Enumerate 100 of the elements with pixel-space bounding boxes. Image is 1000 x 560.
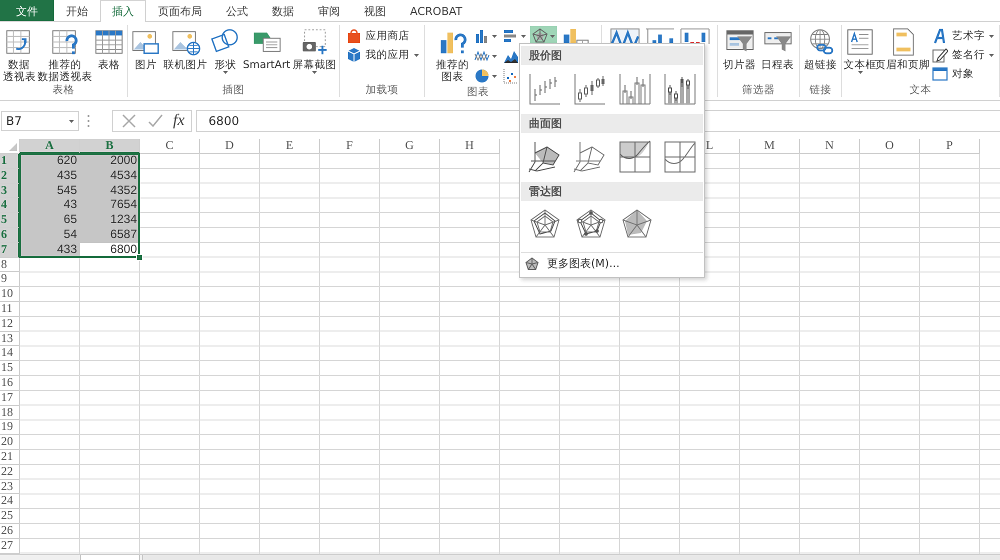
ribbon-button[interactable]: 屏幕截图 <box>292 26 337 75</box>
name-box[interactable]: B7 <box>1 111 79 131</box>
row-header[interactable]: 5 <box>0 213 20 228</box>
column-header[interactable]: M <box>740 139 800 154</box>
section-header: 股价图 <box>521 46 703 65</box>
text-box-icon <box>845 27 876 57</box>
ribbon-tab[interactable]: 公式 <box>214 0 260 21</box>
row-header[interactable]: 4 <box>0 198 20 214</box>
column-header[interactable]: O <box>860 139 920 154</box>
section-header: 曲面图 <box>521 114 703 133</box>
row-header[interactable]: 9 <box>0 272 20 288</box>
caret-icon <box>492 54 497 58</box>
ribbon-tab[interactable]: 插入 <box>100 0 146 22</box>
caret-icon <box>521 34 526 38</box>
insert-function-button[interactable]: fx <box>173 112 185 130</box>
row-header[interactable]: 23 <box>0 480 20 494</box>
pie-chart-icon <box>474 68 490 84</box>
ribbon-tab[interactable]: 开始 <box>54 0 100 21</box>
column-header[interactable]: B <box>80 139 140 154</box>
ribbon-tab[interactable]: 文件 <box>0 0 54 21</box>
ribbon-button[interactable]: 表格 <box>93 26 126 72</box>
ribbon-button[interactable]: 切片器 <box>721 26 758 72</box>
ribbon-button[interactable]: 形状 <box>209 26 242 75</box>
column-header[interactable]: E <box>260 139 320 154</box>
table-cell: 4352 <box>80 184 140 198</box>
row-header[interactable]: 25 <box>0 509 20 524</box>
column-header[interactable]: P <box>920 139 980 154</box>
column-header[interactable]: F <box>320 139 380 154</box>
row-header[interactable]: 20 <box>0 435 20 450</box>
ribbon-button[interactable]: 签名行 <box>929 46 997 64</box>
ribbon-button[interactable]: 应用商店 <box>342 27 422 45</box>
ribbon-tab[interactable]: 页面布局 <box>146 0 214 21</box>
row-header[interactable]: 22 <box>0 464 20 480</box>
radar-chart-icon <box>525 256 539 270</box>
row-header[interactable]: 19 <box>0 420 20 436</box>
cube-icon <box>346 47 362 63</box>
row-header[interactable]: 27 <box>0 538 20 554</box>
caret-icon <box>69 120 74 122</box>
more-charts-item[interactable]: 更多图表(M)... <box>521 253 624 274</box>
section-header: 雷达图 <box>521 182 703 201</box>
ribbon-button[interactable]: SmartArt <box>242 26 291 72</box>
row-header[interactable]: 13 <box>0 332 20 346</box>
group-label: 加载项 <box>366 84 398 97</box>
ribbon-button[interactable]: 超链接 <box>802 26 839 72</box>
ribbon-tab[interactable]: 视图 <box>352 0 398 21</box>
row-header[interactable]: 10 <box>0 287 20 302</box>
column-header[interactable]: N <box>800 139 860 154</box>
splitter-icon <box>87 114 90 128</box>
ribbon-button[interactable]: 我的应用 <box>342 46 422 64</box>
column-header[interactable]: A <box>20 139 80 154</box>
group-label: 文本 <box>910 84 932 97</box>
ribbon-tab[interactable]: 数据 <box>260 0 306 21</box>
group-label: 表格 <box>52 84 74 97</box>
ribbon-button[interactable]: 联机图片 <box>163 26 208 72</box>
row-header[interactable]: 14 <box>0 346 20 362</box>
ribbon-tab[interactable]: 审阅 <box>306 0 352 21</box>
column-header[interactable]: H <box>440 139 500 154</box>
cancel-icon <box>121 113 137 129</box>
ribbon-button[interactable]: 图片 <box>130 26 162 72</box>
row-header[interactable]: 21 <box>0 450 20 465</box>
row-header[interactable]: 12 <box>0 316 20 332</box>
column-header[interactable]: G <box>380 139 440 154</box>
surface-chart-icon <box>526 139 562 175</box>
group-label: 插图 <box>222 84 244 97</box>
wordart-icon <box>932 28 948 44</box>
ribbon-button[interactable] <box>678 26 712 47</box>
radar-chart-icon <box>532 28 548 44</box>
column-header[interactable]: D <box>200 139 260 154</box>
column-header[interactable]: C <box>140 139 200 154</box>
ribbon-button[interactable]: 文本框 <box>844 26 876 75</box>
table-cell: 7654 <box>80 198 140 214</box>
win-loss-icon <box>680 27 710 44</box>
fill-handle[interactable] <box>136 254 143 261</box>
ribbon-button[interactable]: 数据 透视表 <box>2 26 36 84</box>
ribbon-button[interactable]: 推荐的 图表 <box>434 26 471 84</box>
table-cell: 620 <box>20 154 80 169</box>
row-header[interactable]: 24 <box>0 494 20 510</box>
ribbon-button[interactable]: 推荐的 数据透视表 <box>37 26 92 84</box>
column-sparkline-icon <box>644 27 674 44</box>
volume-candlestick-chart-icon <box>662 71 698 107</box>
row-header[interactable]: 15 <box>0 361 20 376</box>
row-header[interactable]: 17 <box>0 390 20 406</box>
ribbon-button[interactable]: 对象 <box>929 65 997 83</box>
ribbon-button[interactable]: 页眉和页脚 <box>877 26 928 72</box>
bag-icon <box>346 28 362 44</box>
row-header[interactable]: 26 <box>0 524 20 539</box>
ribbon-tab[interactable]: ACROBAT <box>398 0 474 21</box>
row-header[interactable]: 18 <box>0 406 20 420</box>
table-cell: 4534 <box>80 168 140 184</box>
check-icon <box>147 113 163 129</box>
ribbon-button[interactable]: 日程表 <box>759 26 796 72</box>
pen-icon <box>932 47 948 63</box>
ribbon-button[interactable]: 艺术字 <box>929 27 997 45</box>
bar-chart-icon <box>503 28 519 44</box>
row-header[interactable]: 16 <box>0 376 20 391</box>
row-header[interactable]: 8 <box>0 258 20 272</box>
horizontal-scrollbar[interactable] <box>142 554 1000 560</box>
row-header[interactable]: 11 <box>0 302 20 317</box>
row-header[interactable]: 1 <box>0 154 20 169</box>
caret-icon <box>492 74 497 78</box>
